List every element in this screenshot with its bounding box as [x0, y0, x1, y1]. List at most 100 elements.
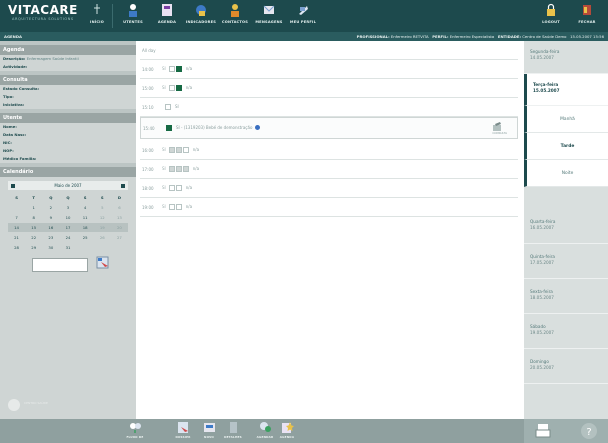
calendar-day[interactable]: 23 [42, 233, 59, 242]
calendar-day[interactable]: 29 [25, 243, 42, 252]
nav-utentes[interactable]: UTENTES [116, 3, 150, 30]
dossier-icon [177, 422, 188, 433]
time-slot[interactable]: 14:00 SI n/a [140, 60, 518, 79]
time-slot[interactable]: 18:00 SI n/a [140, 179, 518, 198]
day-date: 17.05.2007 [530, 260, 554, 265]
calendar-day[interactable]: 21 [8, 233, 25, 242]
nav-agenda[interactable]: AGENDA [150, 3, 184, 30]
time-slot[interactable]: 19:00 SI n/a [140, 198, 518, 217]
calendar-day[interactable]: 27 [111, 233, 128, 242]
calendar-day[interactable]: 25 [77, 233, 94, 242]
prev-month-button[interactable] [11, 183, 15, 188]
slot-status-box [175, 165, 182, 172]
nav-label: MEU PERFIL [289, 20, 317, 24]
slot-status-box [175, 146, 182, 153]
calendar-day[interactable]: 12 [94, 213, 111, 222]
nav-mensagens[interactable]: MENSAGENS [252, 3, 286, 30]
calendar-day[interactable]: 10 [59, 213, 76, 222]
section-title: AGENDA [4, 34, 22, 39]
detalhes-label: DETALHES [224, 435, 242, 439]
calendar-day[interactable]: 13 [111, 213, 128, 222]
time-slot[interactable]: 15:40 SI - (1319203) Bebé de demonstração… [140, 117, 518, 139]
nav-meu-perfil[interactable]: MEU PERFIL [286, 3, 320, 30]
time-slot[interactable]: 15:10 SI [140, 98, 518, 117]
left-sidebar: Agenda Descrição: Enfermagem Saúde Infan… [0, 41, 136, 419]
calendar-grid: S T Q Q S S D 1 2 3 4 5 6 7 8 9 10 11 12 13 14 15 16 17 18 19 20 21… [8, 193, 128, 252]
info-icon[interactable] [255, 125, 261, 130]
date-input[interactable] [32, 258, 88, 272]
calendar-day[interactable]: 4 [77, 203, 94, 212]
nav-label: AGENDA [157, 20, 177, 24]
perfil-label: PERFIL: [432, 34, 449, 39]
calendar-day[interactable]: 20 [110, 223, 128, 232]
period-noite[interactable]: Noite [524, 160, 608, 187]
calendar-day[interactable]: 26 [94, 233, 111, 242]
detalhes-button[interactable]: DETALHES [220, 421, 246, 441]
consulta-estado: Estado Consulta: [3, 86, 40, 91]
calendar-day [8, 203, 25, 212]
app-logo: VITACARE [8, 3, 78, 17]
fluxo-button[interactable]: FLUXO DE [122, 421, 148, 441]
period-tarde[interactable]: Tarde [524, 133, 608, 160]
calendar-day[interactable]: 30 [42, 243, 59, 252]
calendar-day[interactable]: 3 [59, 203, 76, 212]
calendar-day[interactable]: 1 [25, 203, 42, 212]
slot-status: SI n/a [162, 165, 199, 172]
slot-status-box [168, 65, 175, 72]
nav-inicio[interactable]: INÍCIO [80, 3, 114, 30]
calendar-go-icon[interactable] [96, 256, 110, 270]
novo-button[interactable]: NOVO [196, 421, 222, 441]
time-slot[interactable]: 16:00 SI n/a [140, 141, 518, 160]
calendar-day[interactable]: 8 [25, 213, 42, 222]
slot-text: n/a [185, 185, 193, 190]
slot-text: n/a [192, 147, 200, 152]
print-icon[interactable] [534, 422, 552, 440]
next-month-button[interactable] [121, 183, 125, 188]
calendar-day[interactable]: 17 [59, 223, 77, 232]
calendar-day[interactable]: 11 [77, 213, 94, 222]
calendar-weekday: S [83, 195, 87, 200]
nav-contactos[interactable]: CONTACTOS [218, 3, 252, 30]
calendar-day[interactable]: 18 [76, 223, 94, 232]
close-button[interactable]: FECHAR [570, 3, 604, 30]
calendar-day[interactable]: 2 [42, 203, 59, 212]
slot-mark: SI [162, 66, 166, 71]
time-slot[interactable]: 15:00 SI n/a [140, 79, 518, 98]
dossier-button[interactable]: DOSSIER [170, 421, 196, 441]
slot-status-box [175, 203, 182, 210]
calendar-day[interactable]: 14 [8, 223, 26, 232]
calendar-day[interactable]: 19 [93, 223, 111, 232]
calendar-day[interactable]: 24 [59, 233, 76, 242]
calendar-day[interactable]: 22 [25, 233, 42, 242]
slot-mark: SI [162, 185, 166, 190]
calendar-day[interactable]: 16 [42, 223, 60, 232]
calendar-day[interactable]: 28 [8, 243, 25, 252]
all-day-slot[interactable]: All day [140, 41, 518, 60]
calendar-day[interactable]: 9 [42, 213, 59, 222]
day-monday[interactable]: Segunda-feira 14.05.2007 [524, 41, 608, 74]
slot-status-box [175, 65, 182, 72]
slot-status: SI - (1319203) Bebé de demonstração [163, 124, 261, 131]
day-saturday[interactable]: Sábado 19.05.2007 [524, 316, 608, 349]
day-friday[interactable]: Sexta-feira 18.05.2007 [524, 281, 608, 314]
period-manha[interactable]: Manhã [524, 106, 608, 133]
help-icon[interactable]: ? [580, 422, 598, 440]
calendar-day[interactable]: 31 [59, 243, 76, 252]
agenda-bottom-label: AGENDA [279, 435, 295, 439]
calendar-day[interactable]: 15 [25, 223, 43, 232]
calendar-day[interactable]: 6 [111, 203, 128, 212]
slot-status-box [168, 146, 175, 153]
day-thursday[interactable]: Quinta-feira 17.05.2007 [524, 246, 608, 279]
time-slot[interactable]: 17:00 SI n/a [140, 160, 518, 179]
day-tuesday-selected[interactable]: Terça-feira 15.05.2007 [524, 74, 608, 106]
calendar-day[interactable]: 7 [8, 213, 25, 222]
calendar-day[interactable]: 5 [94, 203, 111, 212]
day-wednesday[interactable]: Quarta-feira 16.05.2007 [524, 211, 608, 244]
day-sunday[interactable]: Domingo 20.05.2007 [524, 351, 608, 384]
agenda-bottom-button[interactable]: AGENDA [274, 421, 300, 441]
bottom-right-area: ? [524, 419, 608, 443]
agenda-icon [162, 4, 172, 16]
slot-status-box [175, 184, 182, 191]
nav-indicadores[interactable]: INDICADORES [184, 3, 218, 30]
logout-button[interactable]: LOGOUT [534, 3, 568, 30]
